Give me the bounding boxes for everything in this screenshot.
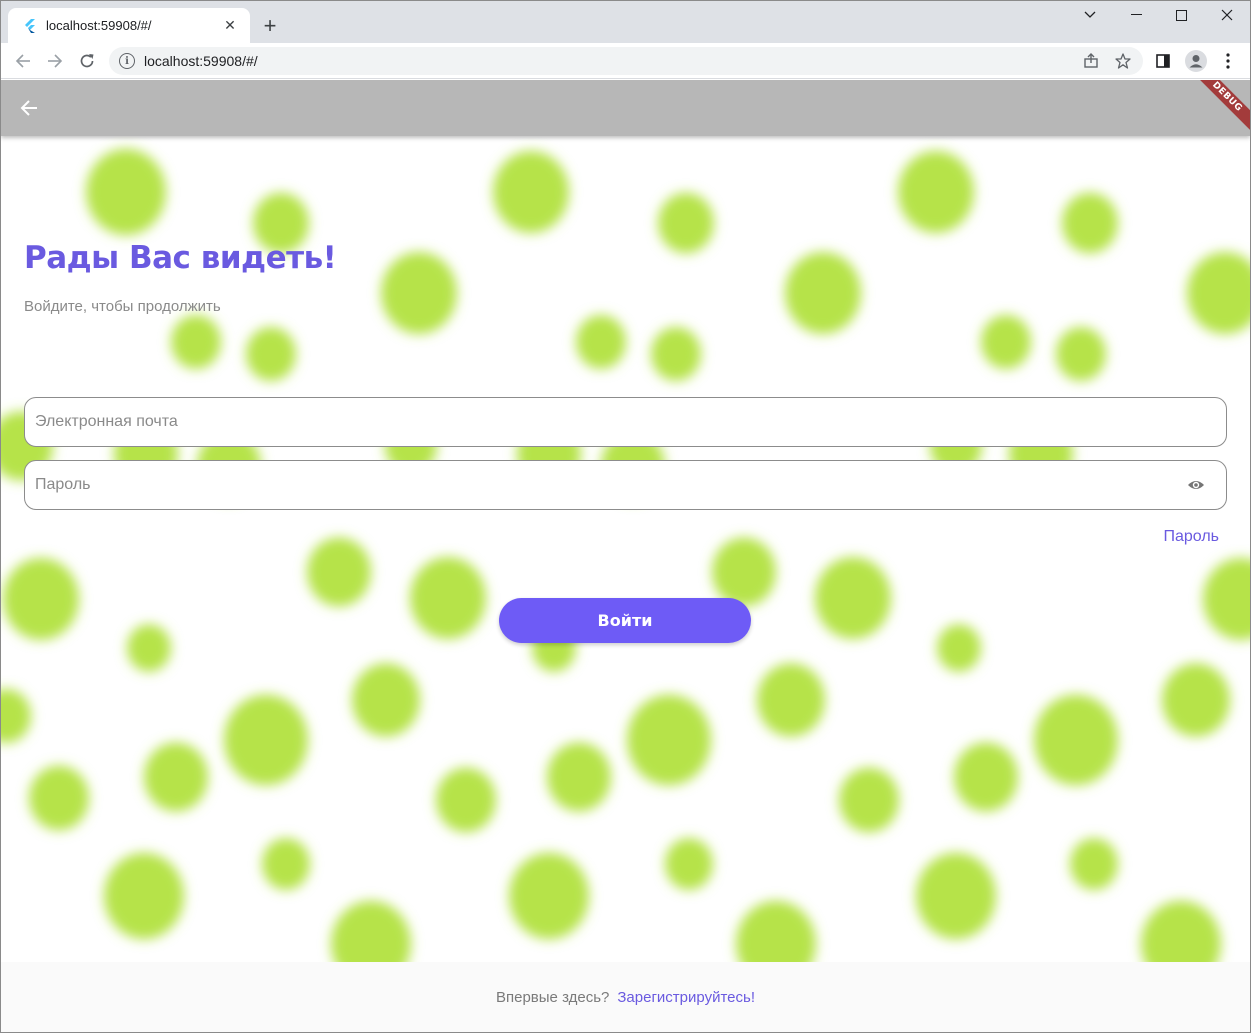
close-tab-icon[interactable]: ✕ [220, 16, 240, 36]
new-tab-button[interactable]: + [258, 13, 282, 38]
reload-icon[interactable] [75, 49, 99, 73]
url-text[interactable]: localhost:59908/#/ [144, 53, 1079, 69]
footer-question: Впервые здесь? [496, 988, 610, 1006]
side-panel-icon[interactable] [1151, 49, 1175, 73]
close-icon[interactable] [1204, 0, 1250, 30]
share-icon[interactable] [1079, 49, 1103, 73]
back-arrow-icon[interactable] [11, 49, 35, 73]
maximize-icon[interactable] [1158, 0, 1204, 30]
page-subtitle: Войдите, чтобы продолжить [24, 298, 221, 315]
eye-icon[interactable] [1184, 473, 1208, 497]
tab-title: localhost:59908/#/ [46, 18, 152, 33]
app-viewport: DEBUG Рады Вас видеть! Войдите, чтобы пр… [1, 80, 1250, 1032]
register-link[interactable]: Зарегистрируйтесь! [617, 989, 755, 1006]
browser-tabstrip: localhost:59908/#/ ✕ + [0, 0, 1251, 43]
minimize-icon[interactable] [1113, 0, 1159, 30]
email-field[interactable] [24, 397, 1227, 447]
kebab-menu-icon[interactable] [1216, 49, 1240, 73]
star-icon[interactable] [1111, 49, 1135, 73]
browser-tab[interactable]: localhost:59908/#/ ✕ [8, 8, 250, 43]
info-icon[interactable]: i [119, 53, 135, 69]
profile-icon[interactable] [1184, 49, 1208, 73]
page-title: Рады Вас видеть! [24, 240, 337, 276]
address-bar[interactable]: i localhost:59908/#/ [109, 47, 1143, 75]
login-form: Рады Вас видеть! Войдите, чтобы продолжи… [1, 80, 1250, 962]
password-field[interactable] [24, 460, 1227, 510]
forgot-password-link[interactable]: Пароль [1163, 528, 1219, 546]
password-input[interactable] [25, 461, 1184, 509]
chevron-down-icon[interactable] [1067, 0, 1113, 30]
back-arrow-icon[interactable] [15, 94, 43, 122]
app-bar [1, 80, 1250, 136]
login-button[interactable]: Войти [499, 598, 751, 643]
forward-arrow-icon[interactable] [43, 49, 67, 73]
footer: Впервые здесь? Зарегистрируйтесь! [1, 962, 1250, 1032]
email-input[interactable] [25, 398, 1226, 446]
browser-toolbar: i localhost:59908/#/ [0, 43, 1251, 79]
flutter-favicon-icon [22, 18, 38, 34]
